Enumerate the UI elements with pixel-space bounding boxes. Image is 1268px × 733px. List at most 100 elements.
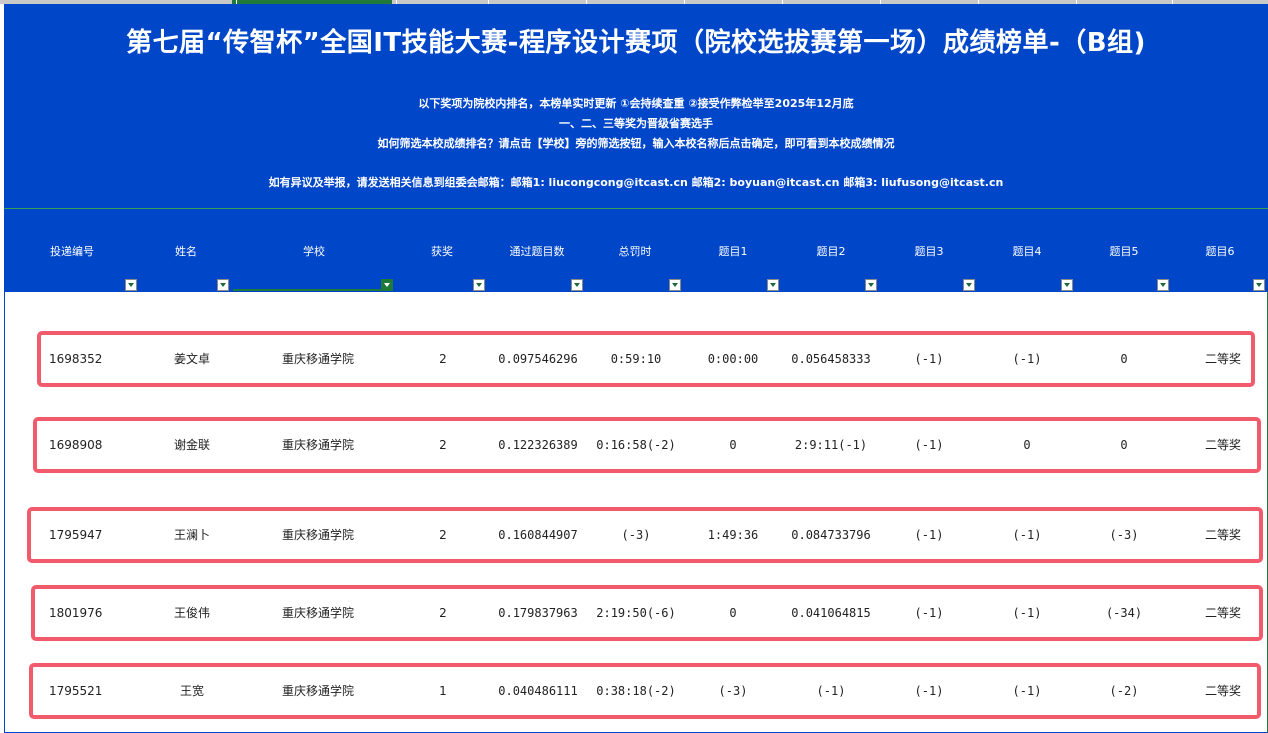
banner-notes: 以下奖项为院校内排名，本榜单实时更新 ①会持续查重 ②接受作弊检举至2025年1… (4, 94, 1268, 154)
cell-problem-1[interactable]: 1:49:36 (684, 511, 782, 559)
column-header-label: 投递编号 (50, 245, 94, 258)
note-awards: 一、二、三等奖为晋级省赛选手 (559, 117, 713, 130)
cell-award-count[interactable]: 1 (397, 667, 489, 715)
cell-problem-2[interactable]: 2:9:11(-1) (782, 421, 880, 469)
column-header-school: 学校 (232, 209, 396, 293)
column-header-problem-3: 题目3 (880, 209, 978, 293)
cell-name[interactable]: 谢金联 (146, 421, 238, 469)
cell-problem-3[interactable]: (-1) (880, 421, 978, 469)
cell-problem-5[interactable]: (-34) (1076, 589, 1172, 637)
cell-problem-1[interactable]: 0:00:00 (684, 335, 782, 383)
cell-total-penalty[interactable]: 0:16:58(-2) (587, 421, 685, 469)
filter-dropdown-icon[interactable] (669, 279, 681, 291)
cell-problem-3[interactable]: (-1) (880, 511, 978, 559)
cell-award-count[interactable]: 2 (397, 335, 489, 383)
column-header-label: 获奖 (431, 245, 453, 258)
cell-problem-6[interactable]: 二等奖 (1175, 589, 1268, 637)
cell-total-penalty[interactable]: (-3) (587, 511, 685, 559)
cell-problem-3[interactable]: (-1) (880, 667, 978, 715)
cell-award-count[interactable]: 2 (397, 589, 489, 637)
table-row[interactable]: 1795947 王澜卜 重庆移通学院 2 0.160844907 (-3) 1:49:36 0… (27, 507, 1263, 563)
cell-school[interactable]: 重庆移通学院 (236, 589, 400, 637)
cell-solved-count[interactable]: 0.179837963 (489, 589, 587, 637)
cell-school[interactable]: 重庆移通学院 (236, 511, 400, 559)
column-header-problem-1: 题目1 (684, 209, 782, 293)
table-row[interactable]: 1795521 王宽 重庆移通学院 1 0.040486111 0:38:18(-2) (-… (29, 663, 1261, 719)
cell-solved-count[interactable]: 0.040486111 (489, 667, 587, 715)
filter-dropdown-icon[interactable] (865, 279, 877, 291)
note-filter-howto: 如何筛选本校成绩排名？请点击【学校】旁的筛选按钮，输入本校名称后点击确定，即可看… (377, 137, 895, 150)
column-header-problem-4: 题目4 (978, 209, 1076, 293)
cell-problem-4[interactable]: (-1) (978, 511, 1076, 559)
page-title: 第七届“传智杯”全国IT技能大赛-程序设计赛项（院校选拔赛第一场）成绩榜单-（B… (126, 28, 1146, 58)
cell-total-penalty[interactable]: 2:19:50(-6) (587, 589, 685, 637)
column-header-name: 姓名 (140, 209, 232, 293)
cell-problem-2[interactable]: 0.056458333 (782, 335, 880, 383)
note-ranking: 以下奖项为院校内排名，本榜单实时更新 ①会持续查重 ②接受作弊检举至2025年1… (418, 97, 854, 110)
cell-problem-6[interactable]: 二等奖 (1175, 667, 1268, 715)
cell-award-count[interactable]: 2 (397, 511, 489, 559)
cell-problem-6[interactable]: 二等奖 (1175, 511, 1268, 559)
cell-award-count[interactable]: 2 (397, 421, 489, 469)
column-header-label: 通过题目数 (509, 245, 565, 258)
column-header-label: 题目1 (718, 245, 748, 258)
cell-solved-count[interactable]: 0.097546296 (489, 335, 587, 383)
cell-problem-2[interactable]: (-1) (782, 667, 880, 715)
cell-problem-5[interactable]: (-2) (1076, 667, 1172, 715)
cell-name[interactable]: 王澜卜 (146, 511, 238, 559)
filter-dropdown-icon[interactable] (963, 279, 975, 291)
cell-name[interactable]: 王宽 (146, 667, 238, 715)
cell-problem-5[interactable]: 0 (1076, 335, 1172, 383)
cell-problem-5[interactable]: 0 (1076, 421, 1172, 469)
column-header-problem-2: 题目2 (782, 209, 880, 293)
cell-name[interactable]: 姜文卓 (146, 335, 238, 383)
table-row[interactable]: 1801976 王俊伟 重庆移通学院 2 0.179837963 2:19:50(-6) 0… (31, 585, 1263, 641)
cell-problem-1[interactable]: 0 (684, 589, 782, 637)
cell-problem-4[interactable]: (-1) (978, 335, 1076, 383)
cell-school[interactable]: 重庆移通学院 (236, 421, 400, 469)
cell-submission-id[interactable]: 1795947 (49, 511, 149, 559)
cell-problem-6[interactable]: 二等奖 (1175, 335, 1268, 383)
cell-total-penalty[interactable]: 0:38:18(-2) (587, 667, 685, 715)
cell-problem-3[interactable]: (-1) (880, 589, 978, 637)
column-header-label: 总罚时 (618, 245, 652, 258)
cell-problem-2[interactable]: 0.041064815 (782, 589, 880, 637)
cell-problem-4[interactable]: (-1) (978, 589, 1076, 637)
title-banner: 第七届“传智杯”全国IT技能大赛-程序设计赛项（院校选拔赛第一场）成绩榜单-（B… (4, 4, 1268, 208)
cell-problem-5[interactable]: (-3) (1076, 511, 1172, 559)
cell-problem-3[interactable]: (-1) (880, 335, 978, 383)
column-header-problem-5: 题目5 (1076, 209, 1172, 293)
cell-submission-id[interactable]: 1698908 (49, 421, 149, 469)
filter-dropdown-icon[interactable] (473, 279, 485, 291)
cell-submission-id[interactable]: 1698352 (49, 335, 149, 383)
filter-dropdown-icon[interactable] (217, 279, 229, 291)
column-header-submission-id: 投递编号 (4, 209, 140, 293)
cell-problem-2[interactable]: 0.084733796 (782, 511, 880, 559)
cell-submission-id[interactable]: 1795521 (49, 667, 149, 715)
filter-dropdown-icon[interactable] (767, 279, 779, 291)
column-header-label: 姓名 (175, 245, 197, 258)
cell-problem-4[interactable]: (-1) (978, 667, 1076, 715)
filter-dropdown-icon[interactable] (1157, 279, 1169, 291)
cell-solved-count[interactable]: 0.122326389 (489, 421, 587, 469)
cell-problem-1[interactable]: 0 (684, 421, 782, 469)
filter-dropdown-icon[interactable] (125, 279, 137, 291)
column-header-label: 题目6 (1205, 245, 1235, 258)
column-header-label: 题目4 (1012, 245, 1042, 258)
column-header-award-count: 获奖 (396, 209, 488, 293)
cell-submission-id[interactable]: 1801976 (49, 589, 149, 637)
cell-school[interactable]: 重庆移通学院 (236, 667, 400, 715)
cell-total-penalty[interactable]: 0:59:10 (587, 335, 685, 383)
cell-problem-4[interactable]: 0 (978, 421, 1076, 469)
filter-dropdown-icon[interactable] (1061, 279, 1073, 291)
cell-solved-count[interactable]: 0.160844907 (489, 511, 587, 559)
table-row[interactable]: 1698352 姜文卓 重庆移通学院 2 0.097546296 0:59:10 0:00:… (37, 331, 1255, 387)
cell-name[interactable]: 王俊伟 (146, 589, 238, 637)
filter-dropdown-icon[interactable] (1253, 279, 1265, 291)
cell-problem-6[interactable]: 二等奖 (1175, 421, 1268, 469)
cell-school[interactable]: 重庆移通学院 (236, 335, 400, 383)
filter-dropdown-icon[interactable] (571, 279, 583, 291)
table-row[interactable]: 1698908 谢金联 重庆移通学院 2 0.122326389 0:16:58(-2) 0… (33, 417, 1261, 473)
column-header-total-penalty: 总罚时 (586, 209, 684, 293)
cell-problem-1[interactable]: (-3) (684, 667, 782, 715)
